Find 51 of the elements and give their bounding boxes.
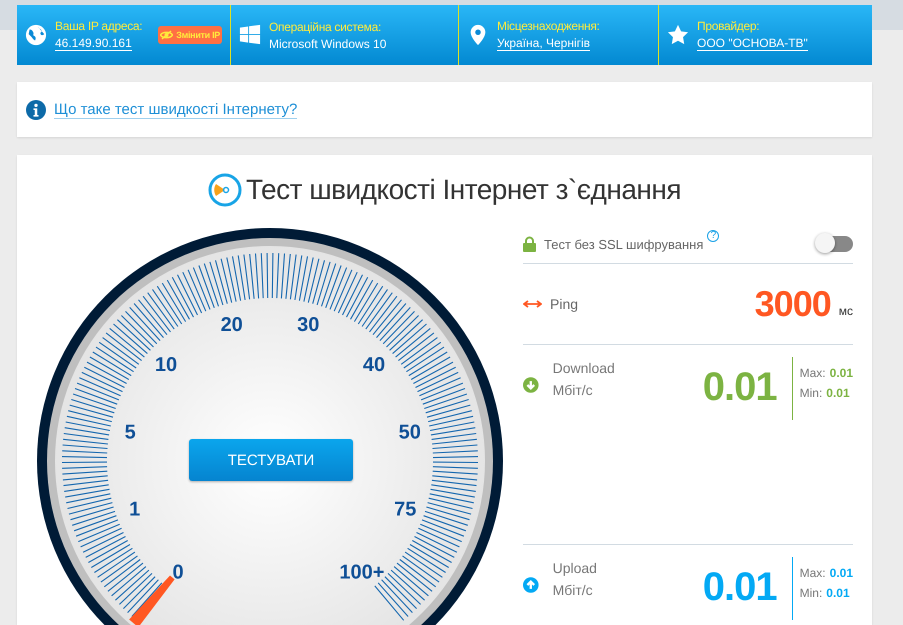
help-link[interactable]: Що таке тест швидкості Інтернету? [54, 100, 298, 118]
gauge-scale-label: 40 [362, 354, 386, 376]
max-value: 0.01 [830, 366, 853, 380]
result-value: 0.01 [702, 365, 778, 410]
gauge-scale-label: 75 [394, 498, 416, 520]
test-button[interactable]: ТЕСТУВАТИ [189, 439, 353, 481]
info-icon [26, 100, 46, 120]
min-value: 0.01 [826, 386, 850, 400]
max-value: 0.01 [830, 566, 853, 580]
info-value: Microsoft Windows 10 [269, 36, 386, 50]
speedometer-icon [208, 173, 242, 207]
info-label: Місцезнаходження: [497, 19, 600, 33]
gauge-scale-label: 5 [124, 422, 136, 444]
globe-icon [25, 24, 47, 46]
double-arrow-icon [523, 300, 542, 308]
result-unit: Мбіт/с [552, 381, 594, 400]
max-label: Max: [800, 566, 826, 580]
info-link[interactable]: ООО "ОСНОВА-ТВ" [697, 36, 808, 51]
result-label: Upload [552, 559, 598, 578]
ping-value: 3000 [754, 283, 831, 325]
gauge-scale-label: 0 [172, 562, 184, 584]
lock-icon [523, 236, 536, 252]
eye-icon [160, 30, 174, 40]
gauge-scale-label: 20 [220, 314, 243, 336]
result-unit: Мбіт/с [552, 581, 594, 600]
info-link[interactable]: Україна, Чернігів [497, 36, 590, 51]
max-label: Max: [800, 366, 826, 380]
result-label: Download [552, 359, 616, 378]
change-ip-button[interactable]: Змінити IP [158, 26, 222, 44]
page-title: Тест швидкості Інтернет з`єднання [246, 174, 681, 206]
ssl-toggle[interactable] [817, 236, 853, 252]
result-value: 0.01 [702, 565, 778, 610]
windows-logo-icon [239, 24, 261, 46]
ping-label: Ping [550, 296, 578, 312]
min-label: Min: [800, 386, 822, 400]
info-label: Операційна система: [269, 20, 382, 34]
gauge-scale-label: 1 [129, 498, 140, 520]
gauge-needle [129, 576, 175, 625]
gauge-scale-label: 30 [297, 314, 320, 336]
help-icon[interactable]: ? [707, 230, 720, 242]
info-label: Провайдер: [697, 19, 760, 33]
gauge-scale-label: 50 [398, 422, 421, 444]
info-link[interactable]: 46.149.90.161 [55, 36, 132, 51]
gauge-scale-label: 100+ [339, 562, 384, 584]
info-label: Ваша IP адреса: [55, 19, 142, 33]
min-value: 0.01 [826, 586, 850, 600]
ssl-label: Тест без SSL шифрування [544, 236, 704, 252]
min-label: Min: [800, 586, 822, 600]
ping-unit: мс [838, 304, 853, 318]
star-icon [667, 24, 689, 46]
gauge-scale-label: 10 [154, 354, 178, 376]
